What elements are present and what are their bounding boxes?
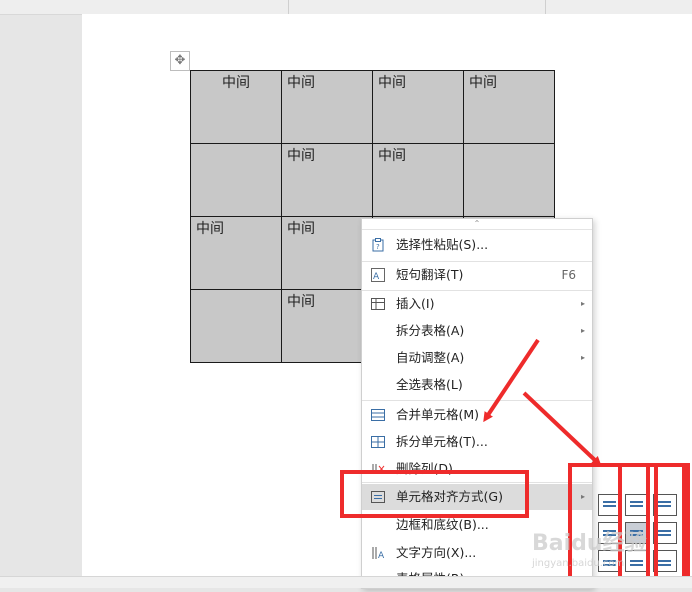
menu-item-label: 选择性粘贴(S)...: [396, 237, 489, 252]
menu-item-label: 自动调整(A): [396, 350, 465, 365]
cell-text: 中间: [287, 148, 315, 164]
annotation-highlight-box: [654, 463, 686, 587]
table-cell[interactable]: 中间: [281, 216, 373, 290]
table-cell[interactable]: 中间: [281, 289, 373, 363]
menu-item-label: 文字方向(X)...: [396, 545, 477, 560]
cell-text: [191, 290, 281, 292]
cell-text: 中间: [378, 148, 406, 164]
table-cell[interactable]: 中间: [190, 216, 282, 290]
menu-item-label: 合并单元格(M): [396, 407, 480, 422]
collapse-caret-icon[interactable]: ⌃: [362, 219, 592, 230]
watermark-logo: Baidu经验: [532, 531, 647, 556]
table-cell[interactable]: [190, 143, 282, 217]
cell-text: 中间: [196, 221, 224, 237]
menu-separator: [362, 400, 592, 401]
table-cell[interactable]: [190, 289, 282, 363]
svg-text:?: ?: [376, 243, 380, 251]
table-cell[interactable]: 中间: [372, 70, 464, 144]
svg-text:A: A: [373, 272, 380, 282]
table-cell[interactable]: 中间: [463, 70, 555, 144]
menu-item-split-cells[interactable]: 拆分单元格(T)...: [362, 429, 592, 455]
menu-item-label: 拆分单元格(T)...: [396, 434, 488, 449]
submenu-arrow-icon: ▸: [580, 326, 585, 335]
cell-text: 中间: [287, 75, 315, 91]
menu-item-label: 插入(I): [396, 296, 435, 311]
text-direction-icon: A: [372, 547, 385, 560]
cell-text: 中间: [287, 294, 315, 310]
cell-text: [191, 144, 281, 146]
table-cell[interactable]: 中间: [190, 70, 282, 144]
menu-item-select-table[interactable]: 全选表格(L): [362, 372, 592, 398]
status-bar: [0, 576, 692, 588]
shortcut-label: F6: [561, 268, 576, 282]
ribbon-group: [289, 0, 546, 14]
table-cell[interactable]: [463, 143, 555, 217]
paste-special-icon: ?: [372, 238, 384, 252]
annotation-highlight-box: [340, 470, 529, 518]
ribbon-strip: [0, 0, 692, 15]
table-cell[interactable]: 中间: [281, 143, 373, 217]
menu-item-split-table[interactable]: 拆分表格(A) ▸: [362, 318, 592, 344]
cell-text: 中间: [378, 75, 406, 91]
table-move-handle-icon[interactable]: ✥: [170, 51, 190, 71]
watermark-url: jingyan.baidu.com: [532, 558, 625, 569]
translate-icon: A: [371, 268, 385, 282]
table-cell[interactable]: 中间: [372, 143, 464, 217]
menu-item-translate[interactable]: A 短句翻译(T) F6: [362, 262, 592, 288]
submenu-arrow-icon: ▸: [580, 353, 585, 362]
svg-text:A: A: [378, 551, 385, 560]
table-row: 中间 中间 中间 中间: [190, 70, 555, 144]
ribbon-group: [546, 0, 692, 14]
menu-item-insert[interactable]: 插入(I) ▸: [362, 291, 592, 317]
menu-item-paste-special[interactable]: ? 选择性粘贴(S)...: [362, 232, 592, 258]
cell-text: 中间: [469, 75, 497, 91]
table-row: 中间 中间: [190, 143, 555, 217]
menu-item-label: 拆分表格(A): [396, 323, 465, 338]
table-cell[interactable]: 中间: [281, 70, 373, 144]
ribbon-group: [0, 0, 289, 14]
table-insert-icon: [371, 298, 385, 310]
cell-text: 中间: [222, 75, 250, 91]
split-cells-icon: [371, 436, 385, 448]
cell-text: 中间: [287, 221, 315, 237]
submenu-arrow-icon: ▸: [580, 299, 585, 308]
menu-item-autofit[interactable]: 自动调整(A) ▸: [362, 345, 592, 371]
menu-item-label: 全选表格(L): [396, 377, 463, 392]
cell-text: [464, 144, 554, 146]
menu-item-label: 短句翻译(T): [396, 267, 464, 282]
merge-cells-icon: [371, 409, 385, 421]
menu-item-merge-cells[interactable]: 合并单元格(M): [362, 402, 592, 428]
